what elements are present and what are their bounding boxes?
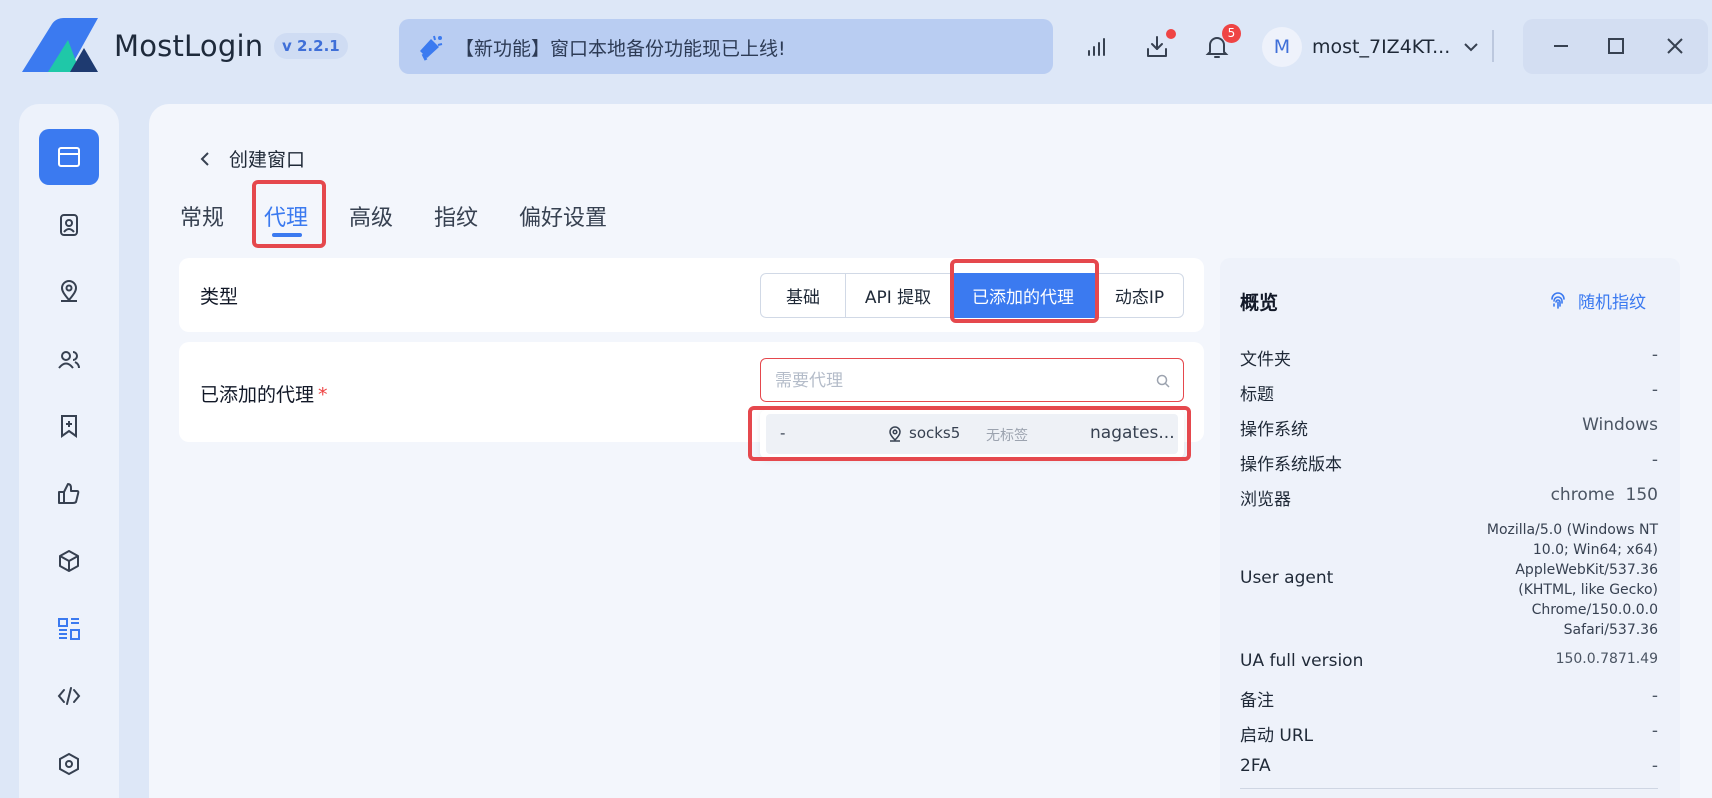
cube-icon <box>59 550 79 572</box>
overview-divider <box>1240 788 1658 789</box>
window-controls <box>1523 19 1708 74</box>
settings-hex-icon <box>59 752 79 776</box>
chevron-down-icon <box>1464 43 1478 52</box>
location-pin-icon <box>889 426 901 442</box>
profile-card-icon <box>60 214 78 236</box>
sidebar-item-proxies[interactable] <box>39 264 99 320</box>
close-icon[interactable] <box>1661 32 1689 60</box>
sidebar-item-settings[interactable] <box>39 736 99 792</box>
announcement-banner[interactable]: 【新功能】窗口本地备份功能现已上线! <box>399 19 1053 74</box>
proxy-search-field[interactable] <box>760 358 1184 402</box>
bookmark-add-icon <box>61 415 77 438</box>
code-icon <box>57 687 81 705</box>
signal-strength-icon[interactable] <box>1080 30 1114 64</box>
tab-advanced[interactable]: 高级 <box>349 200 393 232</box>
proxy-type-basic[interactable]: 基础 <box>760 273 846 318</box>
username: most_7IZ4KT... <box>1312 36 1451 58</box>
added-proxy-label: 已添加的代理 * <box>200 384 328 406</box>
proxy-option-tag: 无标签 <box>986 428 1028 444</box>
tab-fingerprint[interactable]: 指纹 <box>434 200 478 232</box>
layout-grid-icon <box>58 618 80 640</box>
overview-title: 概览 <box>1240 292 1279 314</box>
proxy-option-protocol: socks5 <box>909 424 961 442</box>
user-agent-value: Mozilla/5.0 (Windows NT 10.0; Win64; x64… <box>1486 522 1658 638</box>
minimize-icon[interactable] <box>1547 32 1575 60</box>
sidebar-item-bookmarks[interactable] <box>39 398 99 454</box>
top-bar: MostLogin v 2.2.1 【新功能】窗口本地备份功能现已上线! 5 M… <box>0 0 1712 96</box>
thumbs-up-icon <box>58 483 80 504</box>
avatar: M <box>1262 27 1302 67</box>
sidebar-item-extensions[interactable] <box>39 533 99 589</box>
divider <box>1492 30 1494 62</box>
page-title: 创建窗口 <box>229 149 306 171</box>
required-mark: * <box>318 384 328 406</box>
proxy-search-input[interactable] <box>775 367 1135 395</box>
proxy-type-added[interactable]: 已添加的代理 <box>950 273 1096 318</box>
version-badge: v 2.2.1 <box>274 33 348 59</box>
back-button[interactable] <box>193 146 219 172</box>
user-menu[interactable]: M most_7IZ4KT... <box>1262 27 1480 67</box>
search-icon <box>1156 374 1170 388</box>
proxy-option-name: - <box>780 424 786 442</box>
proxy-type-api[interactable]: API 提取 <box>845 273 951 318</box>
tab-proxy[interactable]: 代理 <box>264 200 308 232</box>
tab-preferences[interactable]: 偏好设置 <box>519 200 607 232</box>
browser-window-icon <box>58 147 80 167</box>
download-indicator-dot <box>1166 29 1176 39</box>
proxy-type-dynamic-ip[interactable]: 动态IP <box>1095 273 1184 318</box>
proxy-type-label: 类型 <box>200 286 239 308</box>
sidebar-item-layout[interactable] <box>39 601 99 657</box>
megaphone-icon <box>420 35 443 61</box>
proxy-option[interactable]: - socks5 无标签 nagates... <box>766 414 1178 454</box>
sidebar-item-team[interactable] <box>39 332 99 388</box>
proxy-dropdown: - socks5 无标签 nagates... <box>760 410 1184 458</box>
announcement-text: 【新功能】窗口本地备份功能现已上线! <box>455 38 786 60</box>
proxy-option-host: nagates... <box>1090 423 1175 443</box>
sidebar-item-profiles[interactable] <box>39 197 99 253</box>
fingerprint-icon <box>1551 291 1565 309</box>
sidebar-item-recommend[interactable] <box>39 466 99 522</box>
chevron-left-icon <box>200 152 209 166</box>
sidebar-item-api[interactable] <box>39 668 99 724</box>
sidebar-item-browser-windows[interactable] <box>39 129 99 185</box>
random-fingerprint-button[interactable]: 随机指纹 <box>1548 288 1646 313</box>
active-tab-indicator <box>272 233 302 237</box>
overview-row-user-agent: User agent Mozilla/5.0 (Windows NT 10.0;… <box>1240 522 1658 638</box>
location-pin-icon <box>60 280 78 302</box>
maximize-icon[interactable] <box>1602 32 1630 60</box>
mostlogin-logo-icon <box>22 18 98 72</box>
tab-general[interactable]: 常规 <box>180 200 224 232</box>
users-icon <box>58 351 80 369</box>
app-name: MostLogin <box>114 29 264 63</box>
notification-count-badge: 5 <box>1222 24 1241 43</box>
random-fingerprint-label: 随机指纹 <box>1578 293 1646 313</box>
